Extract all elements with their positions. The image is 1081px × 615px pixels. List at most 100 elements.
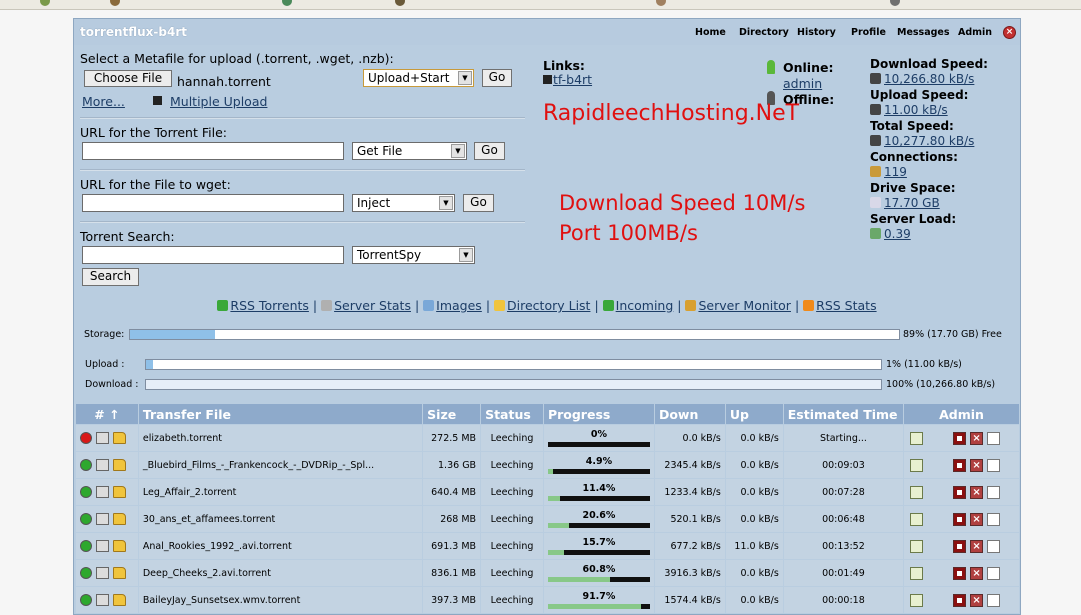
details-icon[interactable] (910, 458, 924, 472)
folder-icon[interactable] (113, 540, 126, 552)
stop-button[interactable] (953, 512, 967, 526)
upload-go-button[interactable]: Go (482, 69, 512, 87)
torrent-url-go-button[interactable]: Go (474, 142, 505, 160)
bookmark-icon[interactable] (656, 0, 666, 6)
link-rss-torrents[interactable]: RSS Torrents (230, 298, 309, 313)
wget-go-button[interactable]: Go (463, 194, 494, 212)
nav-admin[interactable]: Admin (958, 27, 992, 38)
save-icon[interactable] (96, 513, 109, 525)
col-header-eta[interactable]: Estimated Time (783, 404, 904, 424)
col-header-size[interactable]: Size (423, 404, 481, 424)
save-icon[interactable] (96, 486, 109, 498)
save-icon[interactable] (96, 567, 109, 579)
bookmark-icon[interactable] (395, 0, 405, 6)
nav-directory[interactable]: Directory (739, 27, 789, 38)
details-icon[interactable] (910, 485, 924, 499)
delete-button[interactable]: × (970, 485, 984, 499)
upload-speed-value[interactable]: 11.00 kB/s (870, 103, 948, 117)
wget-select[interactable]: Inject ▼ (352, 194, 455, 212)
save-icon[interactable] (96, 432, 109, 444)
bookmark-icon[interactable] (110, 0, 120, 6)
table-row[interactable]: Deep_Cheeks_2.avi.torrent 836.1 MB Leechin… (76, 560, 1019, 586)
delete-button[interactable]: × (970, 512, 984, 526)
running-status-icon[interactable] (80, 459, 92, 471)
running-status-icon[interactable] (80, 567, 92, 579)
link-rss-stats[interactable]: RSS Stats (816, 298, 876, 313)
running-status-icon[interactable] (80, 486, 92, 498)
details-icon[interactable] (910, 593, 924, 607)
running-status-icon[interactable] (80, 540, 92, 552)
delete-button[interactable]: × (970, 566, 984, 580)
transfer-file-name[interactable]: 30_ans_et_affamees.torrent (138, 506, 423, 532)
server-load-value[interactable]: 0.39 (870, 227, 911, 241)
folder-icon[interactable] (113, 459, 126, 471)
drive-space-value[interactable]: 17.70 GB (870, 196, 940, 210)
running-status-icon[interactable] (80, 594, 92, 606)
save-icon[interactable] (96, 594, 109, 606)
close-icon[interactable]: × (1003, 26, 1016, 39)
nav-history[interactable]: History (797, 27, 836, 38)
transfer-file-name[interactable]: BaileyJay_Sunsetsex.wmv.torrent (138, 587, 423, 613)
transfer-file-name[interactable]: Leg_Affair_2.torrent (138, 479, 423, 505)
transfer-file-name[interactable]: elizabeth.torrent (138, 425, 423, 451)
transfer-file-name[interactable]: Anal_Rookies_1992_.avi.torrent (138, 533, 423, 559)
link-tf-b4rt[interactable]: tf-b4rt (553, 72, 592, 87)
online-user-admin[interactable]: admin (783, 76, 822, 91)
details-icon[interactable] (910, 431, 924, 445)
bookmark-icon[interactable] (890, 0, 900, 6)
nav-messages[interactable]: Messages (897, 27, 950, 38)
transfer-file-name[interactable]: Deep_Cheeks_2.avi.torrent (138, 560, 423, 586)
save-icon[interactable] (96, 540, 109, 552)
delete-button[interactable]: × (970, 539, 984, 553)
nav-home[interactable]: Home (695, 27, 726, 38)
nav-profile[interactable]: Profile (851, 27, 886, 38)
details-icon[interactable] (910, 512, 924, 526)
search-engine-select[interactable]: TorrentSpy ▼ (352, 246, 475, 264)
link-server-monitor[interactable]: Server Monitor (698, 298, 790, 313)
folder-icon[interactable] (113, 513, 126, 525)
table-row[interactable]: Anal_Rookies_1992_.avi.torrent 691.3 MB Le… (76, 533, 1019, 559)
row-checkbox[interactable] (987, 566, 1001, 580)
more-link[interactable]: More... (82, 94, 125, 109)
search-input[interactable] (82, 246, 344, 264)
row-checkbox[interactable] (987, 593, 1001, 607)
stop-button[interactable] (953, 539, 967, 553)
choose-file-button[interactable]: Choose File (84, 70, 172, 87)
stop-button[interactable] (953, 566, 967, 580)
stop-button[interactable] (953, 593, 967, 607)
folder-icon[interactable] (113, 432, 126, 444)
table-row[interactable]: elizabeth.torrent 272.5 MB Leeching 0% 0.0 k… (76, 425, 1019, 451)
table-row[interactable]: _Bluebird_Films_-_Frankencock_-_DVDRip_-… (76, 452, 1019, 478)
search-button[interactable]: Search (82, 268, 139, 286)
folder-icon[interactable] (113, 486, 126, 498)
col-header-up[interactable]: Up (725, 404, 783, 424)
delete-button[interactable]: × (970, 593, 984, 607)
col-header-index[interactable]: # ↑ (76, 404, 138, 424)
stopped-status-icon[interactable] (80, 432, 92, 444)
link-server-stats[interactable]: Server Stats (334, 298, 411, 313)
row-checkbox[interactable] (987, 485, 1001, 499)
connections-value[interactable]: 119 (870, 165, 907, 179)
folder-icon[interactable] (113, 567, 126, 579)
delete-button[interactable]: × (970, 431, 984, 445)
row-checkbox[interactable] (987, 458, 1001, 472)
delete-button[interactable]: × (970, 458, 984, 472)
upload-action-select[interactable]: Upload+Start ▼ (363, 69, 474, 87)
details-icon[interactable] (910, 566, 924, 580)
row-checkbox[interactable] (987, 539, 1001, 553)
save-icon[interactable] (96, 459, 109, 471)
bookmark-icon[interactable] (282, 0, 292, 6)
details-icon[interactable] (910, 539, 924, 553)
row-checkbox[interactable] (987, 512, 1001, 526)
table-row[interactable]: BaileyJay_Sunsetsex.wmv.torrent 397.3 MB L… (76, 587, 1019, 613)
link-directory-list[interactable]: Directory List (507, 298, 590, 313)
total-speed-value[interactable]: 10,277.80 kB/s (870, 134, 974, 148)
col-header-file[interactable]: Transfer File (138, 404, 423, 424)
col-header-status[interactable]: Status (481, 404, 543, 424)
wget-url-input[interactable] (82, 194, 344, 212)
table-row[interactable]: 30_ans_et_affamees.torrent 268 MB Leeching… (76, 506, 1019, 532)
link-incoming[interactable]: Incoming (616, 298, 674, 313)
folder-icon[interactable] (113, 594, 126, 606)
col-header-down[interactable]: Down (654, 404, 725, 424)
torrent-url-select[interactable]: Get File ▼ (352, 142, 467, 160)
